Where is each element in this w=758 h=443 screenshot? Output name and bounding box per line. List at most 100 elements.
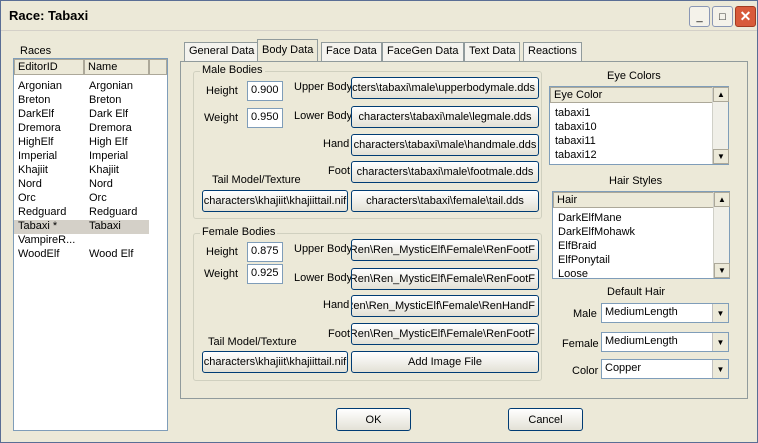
male-tail-label: Tail Model/Texture [212,174,301,186]
race-name: Argonian [89,80,134,92]
list-item[interactable]: ElfPonytail [558,254,610,268]
table-row[interactable]: Argonian Argonian [14,80,149,94]
hair-styles-list[interactable]: Hair DarkElfMane DarkElfMohawk ElfBraid Elf… [552,191,730,282]
column-header-spacer [149,59,167,75]
chevron-down-icon[interactable]: ▼ [712,304,728,322]
race-name: Tabaxi [89,220,121,232]
chevron-down-icon[interactable]: ▼ [712,360,728,378]
races-list[interactable]: EditorID Name Argonian Argonian Breton Bret… [13,58,168,431]
female-lower-body-button[interactable]: \Ren\Ren_MysticElf\Female\RenFootF [351,268,539,290]
cancel-button[interactable]: Cancel [508,408,583,431]
scroll-down-icon[interactable]: ▼ [714,263,730,278]
table-row[interactable]: Orc Orc [14,192,149,206]
scroll-down-icon[interactable]: ▼ [713,149,729,164]
chevron-down-icon[interactable]: ▼ [712,333,728,351]
list-item[interactable]: tabaxi12 [555,149,597,163]
race-name: Khajiit [89,164,119,176]
close-icon: ✕ [739,8,752,24]
list-item[interactable]: ElfBraid [558,240,597,254]
default-hair-title: Default Hair [607,286,666,298]
table-row[interactable]: Redguard Redguard [14,206,149,220]
default-hair-male-select[interactable]: MediumLength ▼ [601,303,729,323]
minimize-button[interactable]: _ [689,6,710,27]
male-weight-field[interactable]: 0.950 [247,108,283,128]
female-weight-label: Weight [204,268,239,280]
list-item[interactable]: tabaxi11 [555,135,596,149]
male-foot-button[interactable]: characters\tabaxi\male\footmale.dds [351,161,539,183]
list-item[interactable]: Loose [558,268,588,282]
title-bar[interactable]: Race: Tabaxi _ □ ✕ [1,1,757,31]
list-item[interactable]: DarkElfMane [558,212,622,226]
table-row[interactable]: WoodElf Wood Elf [14,248,149,262]
tab-general-data[interactable]: General Data [184,42,260,61]
table-row[interactable]: Nord Nord [14,178,149,192]
male-height-field[interactable]: 0.900 [247,81,283,101]
eye-color-column-header[interactable]: Eye Color [550,87,713,103]
column-header-editorid[interactable]: EditorID [14,59,84,75]
female-lower-body-label: Lower Body [294,272,353,284]
male-tail-model-button[interactable]: characters\khajiit\khajiittail.nif [202,190,348,212]
male-upper-body-button[interactable]: characters\tabaxi\male\upperbodymale.dds [351,77,539,99]
hair-column-header[interactable]: Hair [553,192,714,208]
list-item[interactable]: DarkElfMohawk [558,226,635,240]
table-row[interactable]: DarkElf Dark Elf [14,108,149,122]
tab-facegen-data[interactable]: FaceGen Data [382,42,464,61]
list-item[interactable]: tabaxi10 [555,121,597,135]
race-name: Orc [89,192,107,204]
female-tail-label: Tail Model/Texture [208,336,297,348]
female-foot-label: Foot [328,328,351,340]
close-button[interactable]: ✕ [735,6,756,27]
race-name: Nord [89,178,113,190]
female-foot-button[interactable]: \Ren\Ren_MysticElf\Female\RenFootF [351,323,539,345]
race-editorid: Khajiit [18,164,48,176]
race-name: Wood Elf [89,248,134,260]
maximize-button[interactable]: □ [712,6,733,27]
add-image-file-button[interactable]: Add Image File [351,351,539,373]
race-editorid: WoodElf [18,248,60,260]
race-name: Imperial [89,150,129,162]
race-editorid: Imperial [18,150,58,162]
female-height-field[interactable]: 0.875 [247,242,283,262]
default-hair-female-select[interactable]: MediumLength ▼ [601,332,729,352]
race-editorid: Dremora [18,122,61,134]
female-hand-button[interactable]: \Ren\Ren_MysticElf\Female\RenHandF [351,295,539,317]
default-hair-male-label: Male [573,308,597,320]
default-hair-male-value: MediumLength [605,306,678,318]
race-editorid: Nord [18,178,42,190]
male-hand-button[interactable]: characters\tabaxi\male\handmale.dds [351,134,539,156]
default-hair-female-value: MediumLength [605,335,678,347]
female-upper-body-button[interactable]: \Ren\Ren_MysticElf\Female\RenFootF [351,239,539,261]
female-bodies-legend: Female Bodies [200,226,278,238]
ok-button[interactable]: OK [336,408,411,431]
hair-color-select[interactable]: Copper ▼ [601,359,729,379]
male-height-label: Height [206,85,238,97]
race-name: Redguard [89,206,138,218]
scroll-up-icon[interactable]: ▲ [714,192,730,207]
race-name: High Elf [89,136,128,148]
tab-reactions[interactable]: Reactions [523,42,582,61]
male-lower-body-button[interactable]: characters\tabaxi\male\legmale.dds [351,106,539,128]
table-row[interactable]: Tabaxi * Tabaxi [14,220,149,234]
tab-body-data[interactable]: Body Data [257,39,319,62]
table-row[interactable]: HighElf High Elf [14,136,149,150]
male-tail-texture-button[interactable]: characters\tabaxi\female\tail.dds [351,190,539,212]
male-hand-label: Hand [323,138,350,150]
list-item[interactable]: tabaxi1 [555,107,590,121]
default-hair-female-label: Female [562,338,599,350]
female-tail-model-button[interactable]: characters\khajiit\khajiittail.nif [202,351,348,373]
table-row[interactable]: Khajiit Khajiit [14,164,149,178]
table-row[interactable]: Dremora Dremora [14,122,149,136]
race-dialog: Race: Tabaxi _ □ ✕ Races EditorID Name A… [0,0,758,443]
eye-colors-scrollbar[interactable]: ▲ ▼ [712,87,729,164]
tab-text-data[interactable]: Text Data [464,42,521,61]
minimize-icon: _ [696,10,703,23]
table-row[interactable]: Imperial Imperial [14,150,149,164]
table-row[interactable]: Breton Breton [14,94,149,108]
female-weight-field[interactable]: 0.925 [247,264,283,284]
table-row[interactable]: VampireR... [14,234,149,248]
eye-colors-list[interactable]: Eye Color tabaxi1 tabaxi10 tabaxi11 tabaxi1… [549,86,729,165]
hair-styles-scrollbar[interactable]: ▲ ▼ [713,192,730,278]
tab-face-data[interactable]: Face Data [321,42,382,61]
column-header-name[interactable]: Name [84,59,149,75]
scroll-up-icon[interactable]: ▲ [713,87,729,102]
